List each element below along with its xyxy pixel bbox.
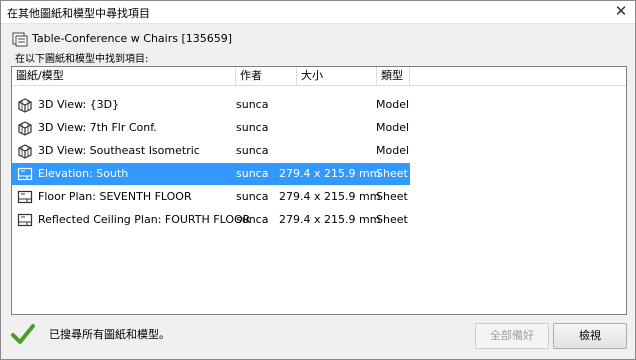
close-icon[interactable]: ✕ bbox=[613, 3, 629, 19]
find-in-sheets-dialog: 在其他圖紙和模型中尋找項目 ✕ Table-Conference w Chair… bbox=[0, 0, 636, 360]
3d-view-icon bbox=[18, 144, 32, 159]
element-name: Table-Conference w Chairs [135659] bbox=[32, 32, 233, 45]
3d-view-icon bbox=[18, 121, 32, 136]
row-author: sunca bbox=[236, 190, 269, 203]
row-size: 279.4 x 215.9 mm bbox=[279, 190, 381, 203]
row-type: Sheet bbox=[376, 190, 408, 203]
window-title: 在其他圖紙和模型中尋找項目 bbox=[7, 7, 150, 20]
status-message: 已搜尋所有圖紙和模型。 bbox=[49, 328, 170, 341]
table-row[interactable]: Reflected Ceiling Plan: FOURTH FLOOR sunc… bbox=[12, 209, 410, 231]
table-row[interactable]: Elevation: South sunca 279.4 x 215.9 mm She… bbox=[12, 163, 410, 185]
row-name: Floor Plan: SEVENTH FLOOR bbox=[38, 190, 192, 203]
row-author: sunca bbox=[236, 98, 269, 111]
checkmark-icon bbox=[11, 324, 35, 344]
column-header-author[interactable]: 作者 bbox=[236, 67, 297, 85]
row-type: Model bbox=[376, 121, 410, 134]
column-header-type[interactable]: 類型 bbox=[377, 67, 410, 85]
3d-view-icon bbox=[18, 98, 32, 113]
row-type: Sheet bbox=[376, 213, 408, 226]
table-row[interactable]: 3D View: Southeast Isometric sunca Model bbox=[12, 140, 410, 162]
sheet-icon bbox=[17, 167, 33, 181]
column-header-name[interactable]: 圖紙/模型 bbox=[12, 67, 236, 85]
row-author: sunca bbox=[236, 167, 269, 180]
family-element-icon bbox=[12, 32, 28, 47]
row-name: Reflected Ceiling Plan: FOURTH FLOOR bbox=[38, 213, 251, 226]
column-header-size[interactable]: 大小 bbox=[297, 67, 377, 85]
table-row[interactable]: Floor Plan: SEVENTH FLOOR sunca 279.4 x 21… bbox=[12, 186, 410, 208]
table-row[interactable]: 3D View: {3D} sunca Model bbox=[12, 94, 410, 116]
row-type: Model bbox=[376, 144, 410, 157]
row-name: Elevation: South bbox=[38, 167, 129, 180]
sheet-icon bbox=[17, 213, 33, 227]
found-in-label: 在以下圖紙和模型中找到項目: bbox=[15, 54, 149, 65]
views-list: 圖紙/模型 作者 大小 類型 3D View: {3D} sunca Model 3D… bbox=[11, 66, 627, 315]
row-type: Sheet bbox=[376, 167, 408, 180]
done-button[interactable]: 全部備好 bbox=[475, 323, 549, 349]
table-row[interactable]: 3D View: 7th Flr Conf. sunca Model bbox=[12, 117, 410, 139]
row-author: sunca bbox=[236, 213, 269, 226]
row-name: 3D View: 7th Flr Conf. bbox=[38, 121, 157, 134]
table-header: 圖紙/模型 作者 大小 類型 bbox=[12, 67, 626, 86]
sheet-icon bbox=[17, 190, 33, 204]
row-type: Model bbox=[376, 98, 410, 111]
row-author: sunca bbox=[236, 144, 269, 157]
row-name: 3D View: {3D} bbox=[38, 98, 120, 111]
row-author: sunca bbox=[236, 121, 269, 134]
view-button[interactable]: 檢視 bbox=[553, 323, 627, 349]
row-size: 279.4 x 215.9 mm bbox=[279, 167, 381, 180]
row-size: 279.4 x 215.9 mm bbox=[279, 213, 381, 226]
row-name: 3D View: Southeast Isometric bbox=[38, 144, 200, 157]
title-bar: 在其他圖紙和模型中尋找項目 ✕ bbox=[1, 1, 635, 24]
